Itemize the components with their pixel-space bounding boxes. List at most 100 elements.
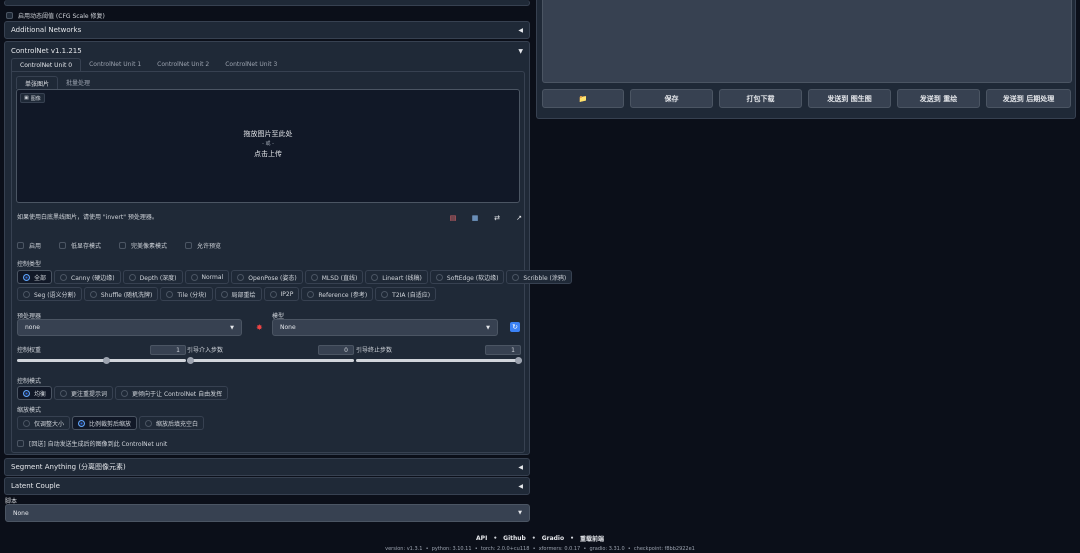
- control-type-scribble[interactable]: Scribble (涂鸦): [506, 270, 573, 284]
- run-preprocessor-icon[interactable]: ✸: [256, 323, 263, 332]
- tab-unit-2[interactable]: ControlNet Unit 2: [149, 58, 217, 71]
- script-dropdown[interactable]: None ▼: [5, 504, 530, 522]
- footer-link-api[interactable]: API: [476, 535, 487, 542]
- lowvram-checkbox[interactable]: [59, 242, 67, 249]
- script-value: None: [13, 509, 29, 517]
- guidance-end-label: 引导终止步数: [356, 347, 393, 354]
- resize-mode-label: 缩放模式: [17, 407, 42, 414]
- control-type-lineart[interactable]: Lineart (线稿): [365, 270, 428, 284]
- control-type-tile[interactable]: Tile (分块): [160, 287, 213, 301]
- send-to-inpaint-button[interactable]: 发送到 重绘: [897, 89, 980, 108]
- cfg-fix-checkbox[interactable]: [6, 12, 13, 19]
- weight-label: 控制权重: [17, 347, 42, 354]
- footer-link-github[interactable]: Github: [503, 535, 526, 542]
- weight-input[interactable]: 1: [150, 345, 186, 355]
- chevron-down-icon: ▼: [518, 510, 522, 516]
- segment-anything-title: Segment Anything (分离图像元素): [11, 463, 126, 471]
- control-type-reference[interactable]: Reference (参考): [301, 287, 374, 301]
- control-type-canny[interactable]: Canny (硬边缘): [54, 270, 121, 284]
- tab-unit-3[interactable]: ControlNet Unit 3: [217, 58, 285, 71]
- control-mode-radios: 均衡 更注重提示词 更倾向于让 ControlNet 自由发挥: [17, 386, 230, 403]
- drop-line-3: 点击上传: [254, 150, 282, 158]
- control-mode-balanced[interactable]: 均衡: [17, 386, 53, 400]
- options-checkboxes: 启用 低显存模式 完美像素模式 允许预览: [17, 241, 221, 250]
- new-canvas-icon[interactable]: ▤: [442, 214, 464, 222]
- output-gallery[interactable]: [542, 0, 1072, 83]
- controlnet-panel: ControlNet v1.1.215 ▼ ControlNet Unit 0 …: [4, 41, 573, 455]
- guidance-end-input[interactable]: 1: [485, 345, 521, 355]
- control-type-inpaint[interactable]: 局部重绘: [214, 287, 262, 301]
- control-type-softedge[interactable]: SoftEdge (软边缘): [429, 270, 505, 284]
- control-type-all[interactable]: 全部: [17, 270, 53, 284]
- send-to-extras-button[interactable]: 发送到 后期处理: [986, 89, 1071, 108]
- footer-version: version: v1.3.1 • python: 3.10.11 • torc…: [385, 546, 695, 552]
- drop-line-1: 拖放图片至此处: [243, 130, 293, 138]
- additional-networks-title: Additional Networks: [11, 26, 82, 34]
- control-type-shuffle[interactable]: Shuffle (随机洗牌): [83, 287, 159, 301]
- guidance-start-slider[interactable]: [187, 357, 354, 364]
- weight-slider-thumb[interactable]: [103, 357, 110, 364]
- control-type-mlsd[interactable]: MLSD (直线): [304, 270, 364, 284]
- send-to-img2img-button[interactable]: 发送到 图生图: [808, 89, 891, 108]
- open-folder-button[interactable]: 📁: [542, 89, 624, 108]
- unit-tabs: ControlNet Unit 0 ControlNet Unit 1 Cont…: [11, 58, 285, 71]
- additional-networks-accordion[interactable]: Additional Networks ◀: [4, 21, 530, 39]
- latent-couple-title: Latent Couple: [11, 482, 60, 490]
- control-type-openpose[interactable]: OpenPose (姿态): [231, 270, 303, 284]
- image-tools: ▤ ▦ ⇄ ↗: [442, 214, 530, 222]
- control-type-depth[interactable]: Depth (深度): [122, 270, 183, 284]
- control-mode-controlnet[interactable]: 更倾向于让 ControlNet 自由发挥: [115, 386, 229, 400]
- model-dropdown[interactable]: None ▼: [272, 319, 498, 336]
- loopback-label: [回送] 自动发送生成后的图像到此 ControlNet unit: [29, 441, 168, 448]
- segment-anything-accordion[interactable]: Segment Anything (分离图像元素) ◀: [4, 458, 530, 476]
- resize-mode-radios: 仅调整大小 比例裁剪后缩放 缩放后填充空白: [17, 416, 206, 433]
- control-type-normal[interactable]: Normal: [184, 270, 230, 284]
- latent-couple-accordion[interactable]: Latent Couple ◀: [4, 477, 530, 495]
- drop-line-2: - 或 -: [262, 141, 274, 147]
- guidance-start-input[interactable]: 0: [318, 345, 354, 355]
- preprocessor-dropdown[interactable]: none ▼: [17, 319, 242, 336]
- save-button[interactable]: 保存: [630, 89, 713, 108]
- resize-mode-crop[interactable]: 比例裁剪后缩放: [72, 416, 138, 430]
- control-type-radios: 全部 Canny (硬边缘) Depth (深度) Normal OpenPos…: [17, 270, 573, 304]
- tab-single-image[interactable]: 单张图片: [16, 76, 59, 89]
- top-panel-remnant: [4, 0, 530, 6]
- guidance-start-label: 引导介入步数: [187, 347, 224, 354]
- allow-preview-checkbox[interactable]: [185, 242, 193, 249]
- send-dimensions-icon[interactable]: ↗: [508, 214, 530, 222]
- guidance-end-thumb[interactable]: [515, 357, 522, 364]
- control-type-seg[interactable]: Seg (语义分割): [17, 287, 82, 301]
- control-type-ip2p[interactable]: IP2P: [263, 287, 300, 301]
- loopback-checkbox[interactable]: [17, 440, 24, 447]
- invert-hint: 如果使用白底黑线图片，请使用 "invert" 预处理器。: [17, 214, 158, 221]
- webcam-icon[interactable]: ▦: [464, 214, 486, 222]
- guidance-start-thumb[interactable]: [187, 357, 194, 364]
- tab-unit-0[interactable]: ControlNet Unit 0: [11, 58, 82, 71]
- swap-icon[interactable]: ⇄: [486, 214, 508, 222]
- guidance-end-slider[interactable]: [356, 357, 522, 364]
- pixel-perfect-checkbox[interactable]: [119, 242, 127, 249]
- footer-links: API • Github • Gradio • 重载前端: [476, 534, 604, 543]
- image-upload-area[interactable]: ▣ 图像 拖放图片至此处 - 或 - 点击上传: [16, 89, 520, 203]
- preprocessor-value: none: [25, 324, 40, 331]
- resize-mode-fill[interactable]: 缩放后填充空白: [139, 416, 205, 430]
- footer-link-gradio[interactable]: Gradio: [542, 535, 564, 542]
- controlnet-title: ControlNet v1.1.215: [11, 47, 82, 55]
- resize-mode-just-resize[interactable]: 仅调整大小: [17, 416, 71, 430]
- expand-down-icon: ▼: [518, 47, 523, 55]
- image-label-badge: ▣ 图像: [20, 93, 45, 103]
- image-icon: ▣: [24, 95, 29, 101]
- loopback-row[interactable]: [回送] 自动发送生成后的图像到此 ControlNet unit: [17, 439, 167, 448]
- refresh-models-icon[interactable]: ↻: [510, 322, 520, 332]
- tab-batch[interactable]: 批量处理: [58, 76, 98, 89]
- weight-slider[interactable]: [17, 357, 186, 364]
- footer-link-reload-ui[interactable]: 重载前端: [580, 534, 604, 543]
- control-mode-prompt[interactable]: 更注重提示词: [54, 386, 114, 400]
- tab-unit-1[interactable]: ControlNet Unit 1: [81, 58, 149, 71]
- lowvram-label: 低显存模式: [71, 243, 102, 250]
- control-mode-label: 控制模式: [17, 378, 42, 385]
- control-type-t2ia[interactable]: T2IA (自适应): [375, 287, 437, 301]
- enable-checkbox[interactable]: [17, 242, 24, 249]
- cfg-fix-checkbox-row[interactable]: 启用动态阈值 (CFG Scale 修复): [6, 11, 105, 20]
- zip-download-button[interactable]: 打包下载: [719, 89, 802, 108]
